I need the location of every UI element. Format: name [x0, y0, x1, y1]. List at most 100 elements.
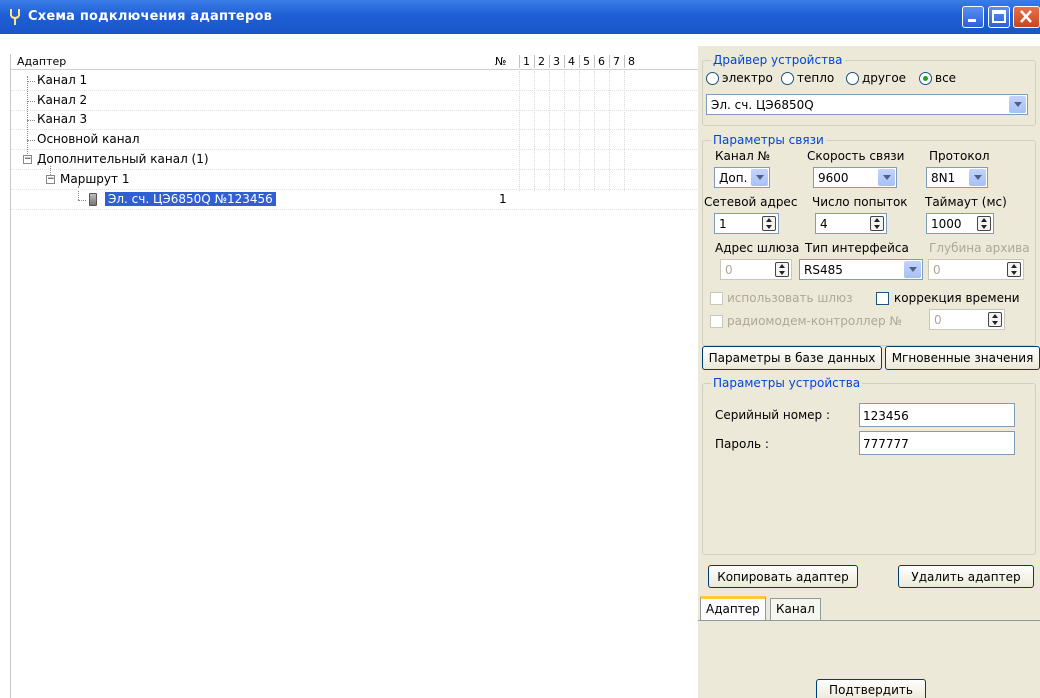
tree-item-label: Канал 1 [37, 73, 88, 87]
confirm-button-visible[interactable]: Подтвердить [816, 679, 926, 698]
column-header-number[interactable]: № [495, 55, 506, 68]
chevron-down-icon[interactable] [1009, 96, 1026, 113]
radiomodem-value: 0 [934, 313, 942, 327]
tree-item-channel-1[interactable]: Канал 1 [11, 71, 699, 91]
gateway-address-label: Адрес шлюза [715, 241, 800, 255]
tree-item-channel-3[interactable]: Канал 3 [11, 110, 699, 130]
chevron-down-icon[interactable] [969, 169, 986, 186]
column-header-1[interactable]: 1 [519, 55, 533, 68]
protocol-select[interactable]: 8N1 [926, 167, 988, 188]
attempts-stepper[interactable]: 4 [815, 213, 887, 234]
device-params-legend: Параметры устройства [711, 376, 863, 390]
channel-select-value: Доп. [719, 171, 748, 185]
speed-label: Скорость связи [807, 149, 905, 163]
chevron-down-icon[interactable] [904, 261, 921, 278]
timeout-label: Таймаут (мс) [925, 195, 1007, 209]
delete-adapter-button[interactable]: Удалить адаптер [898, 565, 1034, 588]
tree-item-label: Эл. сч. ЦЭ6850Q №123456 [105, 192, 276, 206]
timeout-stepper[interactable]: 1000 [926, 213, 994, 234]
radiomodem-stepper: 0 [929, 309, 1005, 330]
tree-item-device[interactable]: Эл. сч. ЦЭ6850Q №123456 1 [11, 190, 699, 210]
radio-all-label: все [935, 71, 957, 85]
column-header-adapter[interactable]: Адаптер [17, 55, 66, 68]
device-params-group: Параметры устройства Серийный номер : 12… [702, 376, 1036, 555]
radio-electro[interactable] [706, 72, 719, 85]
column-header-7[interactable]: 7 [609, 55, 623, 68]
tab-adapter[interactable]: Адаптер [700, 596, 766, 620]
link-params-legend: Параметры связи [711, 133, 826, 147]
spinner-arrows-icon [775, 262, 789, 277]
minimize-button[interactable] [962, 6, 984, 28]
attempts-value: 4 [820, 217, 828, 231]
radiomodem-checkbox[interactable] [710, 315, 723, 328]
tab-channel[interactable]: Канал [770, 598, 821, 620]
tree-item-label: Канал 2 [37, 93, 88, 107]
tree-header: Адаптер № 1 2 3 4 5 6 7 8 [11, 54, 699, 70]
tree-item-label: Канал 3 [37, 112, 88, 126]
tree-item-extra-channel[interactable]: − Дополнительный канал (1) [11, 150, 699, 170]
driver-legend: Драйвер устройства [711, 53, 845, 67]
serial-number-value: 123456 [863, 409, 909, 423]
spinner-arrows-icon[interactable] [870, 216, 884, 231]
gateway-address-stepper: 0 [720, 259, 792, 280]
time-correction-checkbox[interactable] [876, 292, 889, 305]
chevron-down-icon[interactable] [878, 169, 895, 186]
radio-all[interactable] [919, 72, 932, 85]
time-correction-label: коррекция времени [894, 291, 1020, 305]
close-button[interactable] [1013, 6, 1040, 28]
collapse-icon[interactable]: − [46, 175, 55, 184]
tree-item-main-channel[interactable]: Основной канал [11, 130, 699, 150]
use-gateway-label: использовать шлюз [727, 291, 853, 305]
net-address-value: 1 [719, 217, 727, 231]
column-header-8[interactable]: 8 [624, 55, 638, 68]
instant-values-button[interactable]: Мгновенные значения [885, 346, 1040, 370]
copy-adapter-button[interactable]: Копировать адаптер [708, 565, 858, 588]
protocol-label: Протокол [929, 149, 990, 163]
column-header-6[interactable]: 6 [594, 55, 608, 68]
db-params-button[interactable]: Параметры в базе данных [702, 346, 882, 370]
radio-heat[interactable] [781, 72, 794, 85]
adapter-icon [10, 9, 20, 25]
title-bar: Схема подключения адаптеров [0, 0, 1040, 34]
chevron-down-icon[interactable] [751, 169, 768, 186]
interface-type-select[interactable]: RS485 [799, 259, 923, 280]
maximize-icon [992, 10, 1006, 23]
interface-type-value: RS485 [804, 263, 843, 277]
driver-select-value: Эл. сч. ЦЭ6850Q [711, 98, 814, 112]
tree-item-label: Маршрут 1 [60, 172, 130, 186]
radio-heat-label: тепло [797, 71, 835, 85]
column-header-3[interactable]: 3 [549, 55, 563, 68]
adapter-tree[interactable]: Адаптер № 1 2 3 4 5 6 7 8 Канал 1 Канал … [10, 54, 699, 698]
maximize-button[interactable] [988, 6, 1010, 28]
password-label: Пароль : [715, 437, 769, 451]
password-field[interactable]: 777777 [859, 431, 1015, 455]
column-header-2[interactable]: 2 [534, 55, 548, 68]
attempts-label: Число попыток [812, 195, 908, 209]
driver-group: Драйвер устройства электро тепло другое … [702, 53, 1036, 126]
net-address-label: Сетевой адрес [704, 195, 798, 209]
tree-item-channel-2[interactable]: Канал 2 [11, 91, 699, 111]
spinner-arrows-icon[interactable] [977, 216, 991, 231]
collapse-icon[interactable]: − [23, 155, 32, 164]
channel-label: Канал № [715, 149, 771, 163]
gateway-address-value: 0 [725, 263, 733, 277]
column-header-4[interactable]: 4 [564, 55, 578, 68]
tree-item-route-1[interactable]: − Маршрут 1 [11, 170, 699, 190]
driver-select[interactable]: Эл. сч. ЦЭ6850Q [706, 94, 1028, 115]
column-header-5[interactable]: 5 [579, 55, 593, 68]
protocol-select-value: 8N1 [931, 171, 956, 185]
interface-type-label: Тип интерфейса [805, 241, 909, 255]
speed-select[interactable]: 9600 [813, 167, 897, 188]
archive-depth-label: Глубина архива [929, 241, 1030, 255]
meter-icon [89, 193, 97, 206]
spinner-arrows-icon[interactable] [762, 216, 776, 231]
spinner-arrows-icon [1007, 262, 1021, 277]
channel-select[interactable]: Доп. [714, 167, 770, 188]
tree-item-label: Дополнительный канал (1) [37, 152, 209, 166]
radio-other[interactable] [846, 72, 859, 85]
window-title: Схема подключения адаптеров [28, 9, 273, 24]
tree-item-label: Основной канал [37, 132, 140, 146]
net-address-stepper[interactable]: 1 [714, 213, 779, 234]
use-gateway-checkbox[interactable] [710, 292, 723, 305]
serial-number-field[interactable]: 123456 [859, 403, 1015, 427]
